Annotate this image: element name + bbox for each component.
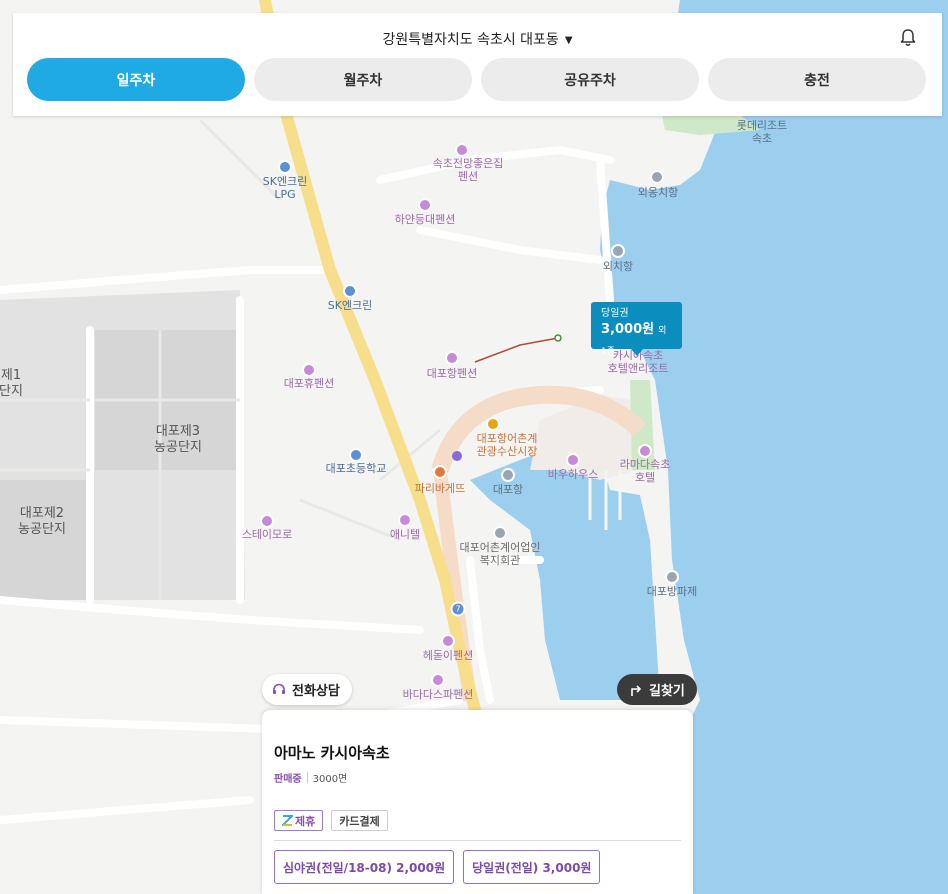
label-annitel: 애니텔 bbox=[389, 528, 421, 541]
poi-marker-staymore[interactable] bbox=[260, 514, 274, 528]
status-row: 판매중 3000면 bbox=[274, 770, 347, 785]
tab-monthly[interactable]: 월주차 bbox=[254, 58, 472, 101]
tab-shared[interactable]: 공유주차 bbox=[481, 58, 699, 101]
label-daepo-pension: 대포항펜션 bbox=[426, 367, 478, 380]
label-hedon: 헤돋이펜션 bbox=[422, 649, 474, 662]
location-selector[interactable]: 강원특별자치도 속초시 대포동 ▼ bbox=[13, 29, 942, 49]
marker-ticket-type: 당일권 bbox=[601, 308, 629, 319]
parking-lot-name: 아마노 카시아속초 bbox=[274, 744, 390, 762]
route-button-label: 길찾기 bbox=[649, 684, 685, 699]
label-bada: 바다다스파펜션 bbox=[402, 688, 474, 701]
label-ongchi-port: 외옹치항 bbox=[637, 186, 679, 199]
tab-daily[interactable]: 일주차 bbox=[27, 58, 245, 101]
poi-marker-hayandeung[interactable] bbox=[418, 198, 432, 212]
label-daepo-port: 대포항 bbox=[492, 483, 524, 496]
poi-marker-sk[interactable] bbox=[343, 284, 357, 298]
parking-info-card[interactable]: 아마노 카시아속초 판매중 3000면 제휴 카드결제 심야권(전일/18-08… bbox=[262, 710, 693, 894]
label-sk-lpg: SK엔크린 LPG bbox=[262, 175, 308, 201]
card-divider bbox=[274, 840, 681, 841]
turn-right-icon bbox=[631, 684, 642, 696]
poi-marker-hedon[interactable] bbox=[441, 634, 455, 648]
label-sokcho-pension: 속초전망좋은집 펜션 bbox=[432, 157, 504, 183]
poi-marker-daepohyu[interactable] bbox=[302, 363, 316, 377]
caret-down-icon: ▼ bbox=[564, 35, 573, 46]
partner-z-icon bbox=[282, 815, 293, 826]
poi-marker-current bbox=[452, 451, 462, 461]
location-text: 강원특별자치도 속초시 대포동 bbox=[382, 32, 559, 48]
label-je3: 대포제3 농공단지 bbox=[154, 424, 202, 455]
label-ramada: 라마다속초 호텔 bbox=[619, 458, 671, 484]
label-daepohyu: 대포휴펜션 bbox=[283, 377, 335, 390]
ticket-day[interactable]: 당일권(전일) 3,000원 bbox=[463, 850, 601, 884]
ticket-list: 심야권(전일/18-08) 2,000원 당일권(전일) 3,000원 bbox=[274, 850, 601, 884]
label-paris: 파리바게뜨 bbox=[414, 482, 466, 495]
feature-chips: 제휴 카드결제 bbox=[274, 810, 388, 831]
status-badge: 판매중 bbox=[274, 774, 302, 785]
label-staymore: 스테이모로 bbox=[241, 528, 293, 541]
route-shield-7: 7 bbox=[450, 601, 466, 617]
poi-marker-market[interactable] bbox=[486, 417, 500, 431]
chip-partner: 제휴 bbox=[274, 810, 324, 831]
top-bar: 강원특별자치도 속초시 대포동 ▼ 일주차 월주차 공유주차 충전 bbox=[13, 13, 942, 116]
label-je2: 대포제2 농공단지 bbox=[18, 506, 66, 537]
poi-marker-sk-lpg[interactable] bbox=[278, 160, 292, 174]
label-breakwater: 대포방파제 bbox=[646, 585, 698, 598]
headset-icon bbox=[273, 683, 285, 694]
label-market: 대포항어촌계 관광수산시장 bbox=[476, 432, 538, 458]
poi-marker-ongchi[interactable] bbox=[650, 170, 664, 184]
label-sk-encleen: SK엔크린 bbox=[327, 299, 373, 312]
label-school: 대포초등학교 bbox=[325, 462, 387, 475]
poi-marker-port[interactable] bbox=[501, 468, 515, 482]
poi-marker-school[interactable] bbox=[349, 448, 363, 462]
route-button[interactable]: 길찾기 bbox=[617, 674, 697, 705]
label-bauhaus: 바우하우스 bbox=[547, 468, 599, 481]
call-button[interactable]: 전화상담 bbox=[262, 674, 352, 705]
chip-card-payment: 카드결제 bbox=[331, 810, 388, 831]
label-je1: 제1 단지 bbox=[0, 368, 23, 399]
label-welfare: 대포어촌계어업인 복지회관 bbox=[459, 541, 541, 567]
label-oechi: 외치항 bbox=[602, 260, 634, 273]
base-price: 3000면 bbox=[312, 774, 348, 785]
status-separator bbox=[306, 772, 308, 783]
poi-marker-daepo-pension[interactable] bbox=[445, 351, 459, 365]
ticket-night[interactable]: 심야권(전일/18-08) 2,000원 bbox=[274, 850, 455, 884]
poi-marker-breakwater[interactable] bbox=[665, 570, 679, 584]
bell-icon[interactable] bbox=[898, 28, 918, 48]
label-lotte-resort: 롯데리조트 속초 bbox=[736, 119, 788, 145]
poi-marker-annitel[interactable] bbox=[398, 513, 412, 527]
poi-marker-paris[interactable] bbox=[433, 465, 447, 479]
label-hayandeung: 하얀등대펜션 bbox=[394, 213, 456, 226]
poi-marker-oechi[interactable] bbox=[611, 244, 625, 258]
poi-marker-welfare[interactable] bbox=[493, 526, 507, 540]
tab-charging[interactable]: 충전 bbox=[708, 58, 926, 101]
poi-marker-ramada[interactable] bbox=[638, 444, 652, 458]
poi-marker-bauhaus[interactable] bbox=[566, 453, 580, 467]
parking-price-marker[interactable]: 당일권 3,000원 외 1종 bbox=[591, 302, 682, 357]
marker-price: 3,000원 외 1종 bbox=[601, 322, 667, 357]
parking-type-tabs: 일주차 월주차 공유주차 충전 bbox=[27, 58, 926, 101]
call-button-label: 전화상담 bbox=[292, 684, 340, 699]
poi-marker-pension[interactable] bbox=[455, 143, 469, 157]
poi-marker-bada[interactable] bbox=[431, 673, 445, 687]
